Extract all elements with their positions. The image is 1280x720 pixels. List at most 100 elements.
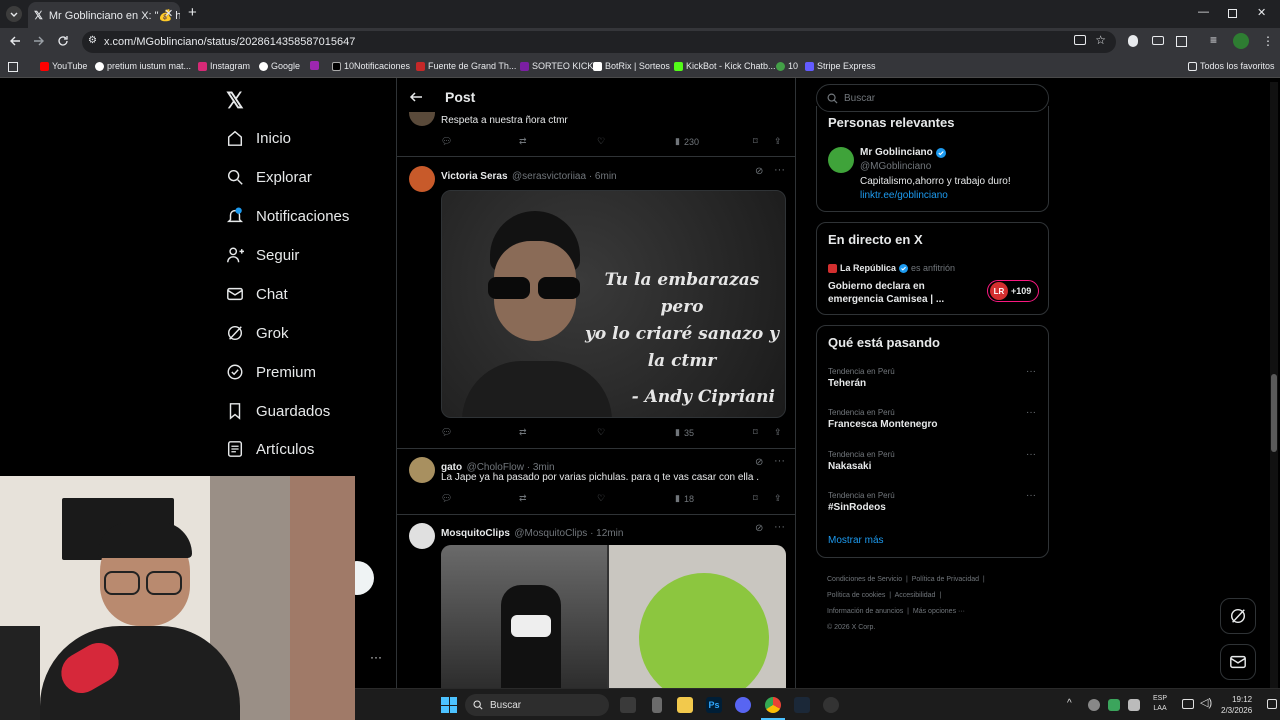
footer-link[interactable]: Condiciones de Servicio <box>827 576 902 583</box>
tray-app-icon[interactable] <box>1088 699 1100 711</box>
grok-icon[interactable]: ⊘ <box>755 523 763 534</box>
avatar[interactable] <box>409 112 435 126</box>
trend-item[interactable]: Tendencia en Perú Teherán <box>828 367 895 389</box>
profile-name[interactable]: Mr Goblinciano <box>860 147 946 158</box>
scrollbar[interactable] <box>1270 82 1278 688</box>
avatar[interactable] <box>409 166 435 192</box>
bookmark-botrix[interactable]: BotRix | Sorteos <box>593 61 670 71</box>
trend-more-icon[interactable]: ··· <box>1026 490 1036 501</box>
grok-float-button[interactable] <box>1220 598 1256 634</box>
forward-icon[interactable] <box>32 34 46 48</box>
volume-icon[interactable]: ◁) <box>1200 696 1212 709</box>
nav-item-seguir[interactable]: Seguir <box>226 246 299 264</box>
bookmark-10notificaciones[interactable]: 10Notificaciones <box>332 61 410 71</box>
media-control-icon[interactable]: ≡ <box>1210 33 1217 47</box>
retweet-icon[interactable]: ⇄ <box>519 493 527 504</box>
extensions-puzzle-icon[interactable] <box>1176 36 1187 47</box>
new-tab-icon[interactable]: + <box>188 4 197 21</box>
trend-more-icon[interactable]: ··· <box>1026 449 1036 460</box>
live-participants[interactable]: LR +109 <box>987 280 1039 302</box>
maximize-icon[interactable] <box>1228 9 1237 18</box>
avatar[interactable] <box>409 457 435 483</box>
bookmark-10[interactable]: 10 <box>776 61 798 71</box>
nav-item-chat[interactable]: Chat <box>226 285 288 303</box>
more-icon[interactable]: ··· <box>774 521 785 533</box>
app-icon[interactable] <box>823 697 839 713</box>
tray-app-icon[interactable] <box>1108 699 1120 711</box>
minimize-icon[interactable]: — <box>1198 6 1209 18</box>
profile-link[interactable]: linktr.ee/goblinciano <box>860 190 948 201</box>
trend-item[interactable]: Tendencia en Perú #SinRodeos <box>828 491 895 513</box>
nav-item-premium[interactable]: Premium <box>226 363 316 381</box>
tab-close-icon[interactable]: ✕ <box>164 7 173 20</box>
bookmark-google[interactable]: Google <box>259 61 300 71</box>
back-arrow-icon[interactable] <box>409 90 423 104</box>
footer-link[interactable]: Más opciones ··· <box>913 608 965 615</box>
profile-avatar[interactable] <box>1233 33 1249 49</box>
discord-icon[interactable] <box>735 697 751 713</box>
bookmark-youtube[interactable]: YouTube <box>40 61 87 71</box>
trend-more-icon[interactable]: ··· <box>1026 407 1036 418</box>
footer-link[interactable]: Política de cookies <box>827 592 885 599</box>
reply-icon[interactable]: 💬︎ <box>441 427 452 438</box>
tweet-author[interactable]: Victoria Seras @serasvictoriiaa · 6min <box>441 166 617 184</box>
bookmark-kickbot[interactable]: KickBot - Kick Chatb... <box>674 61 776 71</box>
bookmark-icon[interactable]: ⌑ <box>753 427 758 438</box>
clock[interactable]: 19:12 2/3/2026 <box>1221 694 1252 716</box>
nav-item-grok[interactable]: Grok <box>226 324 289 342</box>
bookmark-pretium[interactable]: pretium iustum mat... <box>95 61 191 71</box>
site-info-icon[interactable]: ⚙ <box>88 35 97 46</box>
nav-item-inicio[interactable]: Inicio <box>226 129 291 147</box>
apps-grid-icon[interactable] <box>8 62 18 72</box>
browser-tab[interactable]: 𝕏 Mr Goblinciano en X: "💰 https: <box>28 2 180 28</box>
account-more-icon[interactable]: ··· <box>370 650 382 664</box>
tab-search-button[interactable] <box>6 6 22 22</box>
avatar[interactable] <box>409 523 435 549</box>
task-view-icon[interactable] <box>620 697 636 713</box>
views-button[interactable]: ▮ 230 <box>675 136 699 147</box>
photoshop-icon[interactable]: Ps <box>706 697 722 713</box>
back-icon[interactable] <box>8 34 22 48</box>
address-bar[interactable]: ⚙ x.com/MGoblinciano/status/202861435858… <box>82 31 1116 53</box>
footer-link[interactable]: Información de anuncios <box>827 608 903 615</box>
extension-icon[interactable] <box>1128 35 1138 47</box>
all-bookmarks[interactable]: Todos los favoritos <box>1188 61 1275 71</box>
more-icon[interactable]: ··· <box>774 164 785 176</box>
install-app-icon[interactable] <box>1074 35 1086 45</box>
grok-icon[interactable]: ⊘ <box>755 166 763 177</box>
language-indicator[interactable]: ESP LAA <box>1153 694 1167 714</box>
views-button[interactable]: ▮ 18 <box>675 493 694 504</box>
taskbar-search[interactable]: Buscar <box>465 694 609 716</box>
trend-more-icon[interactable]: ··· <box>1026 366 1036 377</box>
app-icon[interactable] <box>652 697 662 713</box>
trend-item[interactable]: Tendencia en Perú Nakasaki <box>828 450 895 472</box>
tweet-video[interactable] <box>441 545 786 688</box>
live-headline[interactable]: Gobierno declara en emergencia Camisea |… <box>828 280 978 306</box>
browser-menu-icon[interactable]: ⋮ <box>1262 34 1274 48</box>
like-icon[interactable]: ♡ <box>597 427 605 438</box>
nav-item-notificaciones[interactable]: Notificaciones <box>226 207 349 225</box>
retweet-icon[interactable]: ⇄ <box>519 427 527 438</box>
notification-center-icon[interactable] <box>1267 699 1277 709</box>
file-explorer-icon[interactable] <box>677 697 693 713</box>
share-icon[interactable]: ⇪ <box>774 427 782 438</box>
share-icon[interactable]: ⇪ <box>774 493 782 504</box>
footer-link[interactable]: Accesibilidad <box>895 592 936 599</box>
retweet-icon[interactable]: ⇄ <box>519 136 527 147</box>
nav-item-articulos[interactable]: Artículos <box>226 440 314 458</box>
tweet-author[interactable]: MosquitoClips @MosquitoClips · 12min <box>441 523 623 541</box>
tray-app-icon[interactable] <box>1128 699 1140 711</box>
grok-icon[interactable]: ⊘ <box>755 457 763 468</box>
show-more-link[interactable]: Mostrar más <box>828 535 884 546</box>
live-host[interactable]: La República es anfitrión <box>828 263 955 273</box>
bookmark-fuente[interactable]: Fuente de Grand Th... <box>416 61 516 71</box>
window-close-icon[interactable]: ✕ <box>1257 6 1266 19</box>
bookmark-stripe[interactable]: Stripe Express <box>805 61 876 71</box>
bookmark-icon-only[interactable] <box>310 61 322 70</box>
scrollbar-thumb[interactable] <box>1271 374 1277 452</box>
bookmark-sorteo-kick[interactable]: SORTEO KICK <box>520 61 593 71</box>
like-icon[interactable]: ♡ <box>597 136 605 147</box>
reply-icon[interactable]: 💬︎ <box>441 136 452 147</box>
bookmark-star-icon[interactable]: ☆ <box>1095 33 1106 47</box>
chrome-icon[interactable] <box>765 697 781 713</box>
